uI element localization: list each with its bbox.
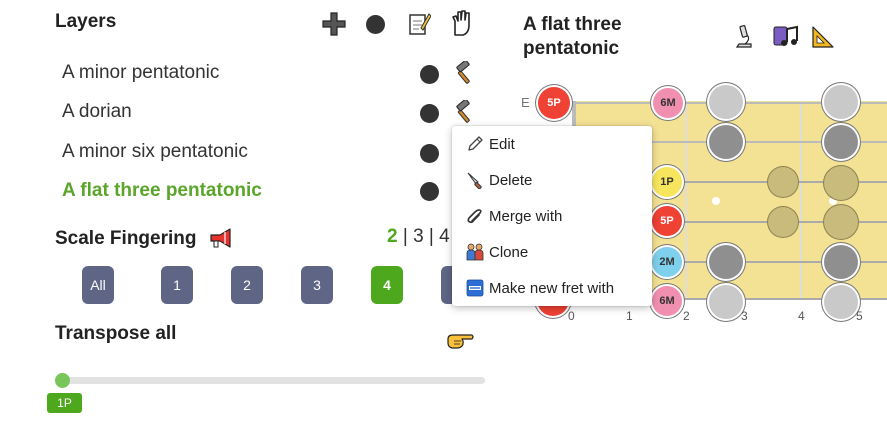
- note-ghost[interactable]: [824, 245, 858, 279]
- menu-item-label: Make new fret with: [489, 279, 615, 297]
- menu-item-label: Edit: [489, 135, 515, 153]
- fret-number: 2: [683, 309, 690, 323]
- layer-color-dot-icon[interactable]: [420, 144, 439, 163]
- menu-item-merge[interactable]: Merge with: [452, 198, 652, 234]
- note-2m[interactable]: 2M: [652, 247, 682, 277]
- layer-item-label[interactable]: A dorian: [62, 101, 132, 123]
- music-notes-icon[interactable]: [772, 22, 800, 50]
- note-5p[interactable]: 5P: [652, 206, 682, 236]
- fret-line: [685, 101, 687, 300]
- menu-item-clone[interactable]: Clone: [452, 234, 652, 270]
- layer-color-dot-icon[interactable]: [420, 182, 439, 201]
- fret-marker-dot: [712, 197, 720, 205]
- note-ghost[interactable]: [824, 205, 858, 239]
- transpose-slider-knob[interactable]: [55, 373, 70, 388]
- layers-title: Layers: [55, 11, 117, 32]
- new-badge-icon: [463, 279, 487, 297]
- color-dot-icon[interactable]: [366, 15, 385, 34]
- pointing-hand-icon[interactable]: [445, 328, 475, 352]
- layer-item-label[interactable]: A minor pentatonic: [62, 62, 219, 84]
- pencil-icon: [463, 135, 487, 153]
- triangle-ruler-icon[interactable]: [810, 24, 836, 50]
- notepad-icon[interactable]: [406, 10, 432, 38]
- layer-item-label[interactable]: A minor six pentatonic: [62, 141, 248, 163]
- twins-icon: [463, 243, 487, 261]
- note-ghost[interactable]: [824, 285, 858, 319]
- fret-number: 5: [856, 309, 863, 323]
- note-ghost[interactable]: [709, 125, 743, 159]
- menu-item-make-new-fret[interactable]: Make new fret with: [452, 270, 652, 306]
- microscope-icon[interactable]: [732, 24, 756, 50]
- note-ghost[interactable]: [709, 245, 743, 279]
- add-icon[interactable]: [320, 10, 348, 38]
- menu-item-delete[interactable]: Delete: [452, 162, 652, 198]
- note-6m[interactable]: 6M: [653, 88, 683, 118]
- fingering-count-active[interactable]: 2: [387, 226, 398, 247]
- layer-color-dot-icon[interactable]: [420, 65, 439, 84]
- menu-item-label: Delete: [489, 171, 533, 189]
- note-ghost[interactable]: [709, 85, 743, 119]
- menu-item-label: Merge with: [489, 207, 563, 225]
- note-ghost[interactable]: [768, 167, 798, 197]
- layer-item-label-active[interactable]: A flat three pentatonic: [62, 180, 262, 202]
- hammer-icon[interactable]: [452, 99, 478, 125]
- fingering-button-2[interactable]: 2: [231, 266, 263, 304]
- hammer-icon[interactable]: [452, 60, 478, 86]
- string-label-e: E: [521, 95, 530, 110]
- menu-item-edit[interactable]: Edit: [452, 126, 652, 162]
- note-ghost[interactable]: [824, 166, 858, 200]
- fingering-button-1[interactable]: 1: [161, 266, 193, 304]
- note-ghost[interactable]: [709, 285, 743, 319]
- fret-number: 1: [626, 309, 633, 323]
- transpose-value-badge: 1P: [47, 393, 82, 413]
- fingering-count: 2 | 3 | 4: [387, 226, 450, 248]
- note-ghost[interactable]: [768, 207, 798, 237]
- fingering-count-rest[interactable]: | 3 | 4: [403, 226, 450, 247]
- menu-item-label: Clone: [489, 243, 529, 261]
- fret-number: 3: [741, 309, 748, 323]
- note-ghost[interactable]: [824, 125, 858, 159]
- note-5p[interactable]: 5P: [538, 87, 570, 119]
- layer-color-dot-icon[interactable]: [420, 104, 439, 123]
- note-6m[interactable]: 6M: [652, 286, 682, 316]
- knife-icon: [463, 171, 487, 189]
- layer-context-menu: Edit Delete Merge with Clone Make new fr…: [452, 126, 652, 306]
- fingering-button-4[interactable]: 4: [371, 266, 403, 304]
- fingering-button-all[interactable]: All: [82, 266, 114, 304]
- note-1p[interactable]: 1P: [652, 167, 682, 197]
- paperclip-icon: [463, 207, 487, 225]
- transpose-slider-track[interactable]: [58, 377, 485, 384]
- fretboard-title-line2: pentatonic: [523, 38, 620, 59]
- fret-number: 0: [568, 309, 575, 323]
- fret-line: [800, 101, 802, 300]
- megaphone-icon[interactable]: [207, 226, 235, 250]
- scale-fingering-title: Scale Fingering: [55, 228, 197, 249]
- fingering-button-3[interactable]: 3: [301, 266, 333, 304]
- hand-stop-icon[interactable]: [448, 8, 474, 38]
- fretboard-title-line1: A flat three: [523, 14, 622, 35]
- transpose-title: Transpose all: [55, 323, 177, 344]
- fret-number: 4: [798, 309, 805, 323]
- note-ghost[interactable]: [824, 85, 858, 119]
